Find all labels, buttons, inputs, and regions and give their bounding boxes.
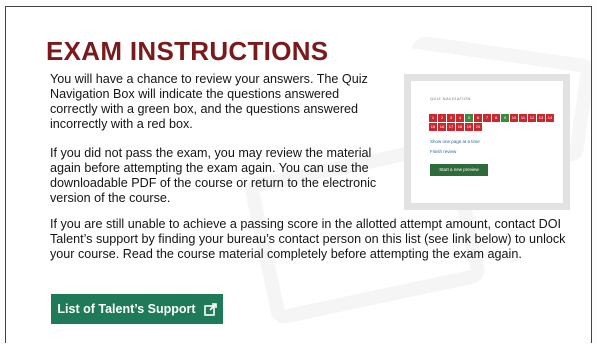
instruction-paragraph-support: If you are still unable to achieve a pas… bbox=[50, 217, 566, 261]
quiz-question-cell: 4 bbox=[456, 114, 464, 122]
quiz-navigation-screenshot: QUIZ NAVIGATION 1 2 3 4 5 6 7 8 9 10 11 12 13 14 15 16 1… bbox=[404, 74, 570, 210]
quiz-question-cell: 6 bbox=[474, 114, 482, 122]
quiz-question-cell: 14 bbox=[546, 114, 554, 122]
quiz-question-cell: 5 bbox=[465, 114, 473, 122]
quiz-question-cell: 3 bbox=[447, 114, 455, 122]
quiz-question-cell: 18 bbox=[456, 123, 464, 131]
quiz-question-cell: 13 bbox=[537, 114, 545, 122]
quiz-navigation-title: QUIZ NAVIGATION bbox=[430, 96, 471, 101]
quiz-question-cell: 1 bbox=[429, 114, 437, 122]
quiz-question-cell: 15 bbox=[429, 123, 437, 131]
quiz-question-cell: 9 bbox=[501, 114, 509, 122]
quiz-question-cell: 10 bbox=[510, 114, 518, 122]
quiz-question-cell: 16 bbox=[438, 123, 446, 131]
quiz-navigation-grid: 1 2 3 4 5 6 7 8 9 10 11 12 13 14 15 16 17 18 19 20 bbox=[429, 114, 561, 131]
finish-review-link: Finish review bbox=[430, 149, 457, 154]
quiz-question-cell: 2 bbox=[438, 114, 446, 122]
external-link-icon bbox=[203, 302, 217, 316]
quiz-question-cell: 7 bbox=[483, 114, 491, 122]
quiz-question-cell: 20 bbox=[474, 123, 482, 131]
instruction-paragraph-retake: If you did not pass the exam, you may re… bbox=[50, 146, 377, 205]
talent-support-list-button[interactable]: List of Talent’s Support bbox=[51, 294, 223, 324]
quiz-question-cell: 12 bbox=[528, 114, 536, 122]
show-one-page-link: Show one page at a time bbox=[430, 139, 480, 144]
quiz-question-cell: 11 bbox=[519, 114, 527, 122]
instruction-paragraph-review: You will have a chance to review your an… bbox=[50, 72, 368, 131]
quiz-question-cell: 8 bbox=[492, 114, 500, 122]
slide-frame: EXAM INSTRUCTIONS You will have a chance… bbox=[5, 6, 592, 343]
talent-support-list-label: List of Talent’s Support bbox=[57, 302, 196, 316]
quiz-question-cell: 17 bbox=[447, 123, 455, 131]
start-new-preview-button: Start a new preview bbox=[430, 164, 488, 176]
quiz-question-cell: 19 bbox=[465, 123, 473, 131]
page-title: EXAM INSTRUCTIONS bbox=[46, 36, 329, 66]
